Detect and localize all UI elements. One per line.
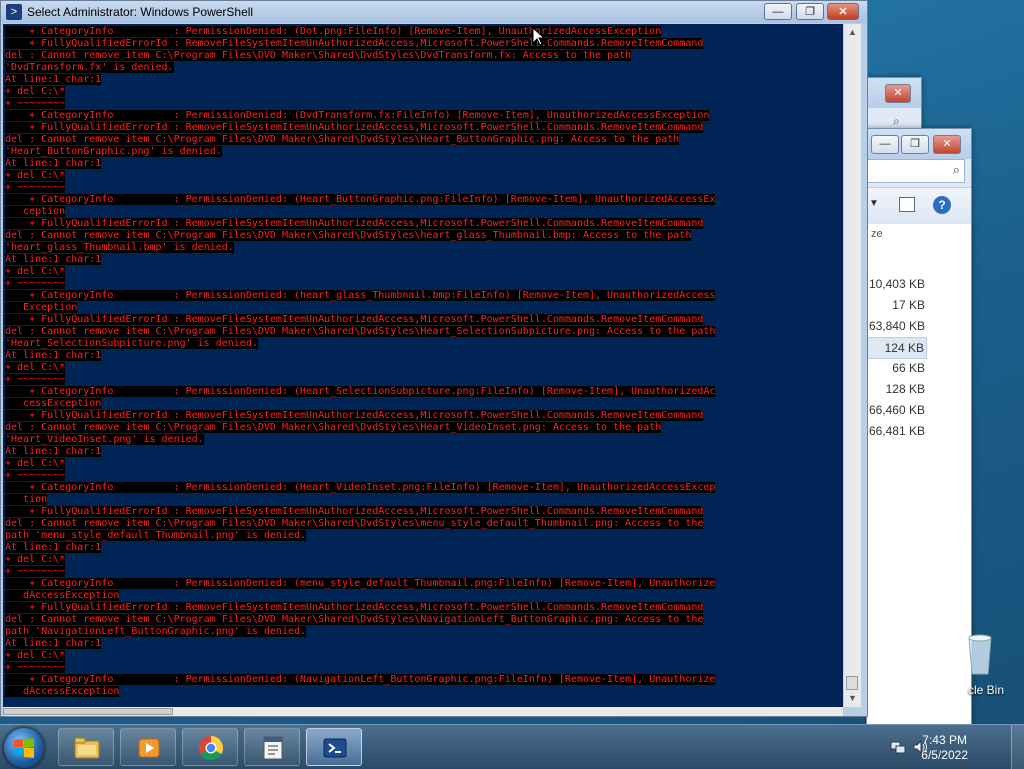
clock-time: 7:43 PM xyxy=(922,733,967,747)
powershell-icon xyxy=(323,738,347,758)
scroll-down-arrow-icon[interactable]: ▼ xyxy=(844,690,861,707)
powershell-window[interactable]: > Select Administrator: Windows PowerShe… xyxy=(0,0,868,717)
column-header-size[interactable]: ze xyxy=(871,228,883,240)
chrome-icon xyxy=(199,736,224,761)
console-output[interactable]: + CategoryInfo : PermissionDenied: (Dot.… xyxy=(3,24,843,698)
close-button[interactable]: ✕ xyxy=(933,135,961,154)
search-box[interactable]: ⌕ xyxy=(867,159,965,183)
start-button[interactable] xyxy=(4,728,44,768)
preview-pane-icon[interactable] xyxy=(899,197,915,212)
maximize-button[interactable]: ❐ xyxy=(796,3,824,20)
file-list: ze 10,403 KB 17 KB 163,840 KB 124 KB 66 … xyxy=(862,224,971,725)
taskbar-google-chrome[interactable] xyxy=(182,728,238,766)
minimize-button[interactable]: — xyxy=(764,3,792,20)
horizontal-scrollbar-thumb[interactable] xyxy=(3,708,173,715)
taskbar-media-center[interactable] xyxy=(120,728,176,766)
window-title: Select Administrator: Windows PowerShell xyxy=(27,5,254,19)
help-icon[interactable]: ? xyxy=(933,196,951,214)
mouse-cursor-icon xyxy=(532,26,546,51)
titlebar[interactable]: > Select Administrator: Windows PowerShe… xyxy=(1,1,867,23)
recycle-bin-icon[interactable] xyxy=(966,632,994,676)
media-player-icon xyxy=(138,738,160,758)
console-output-area[interactable]: + CategoryInfo : PermissionDenied: (Dot.… xyxy=(3,24,843,707)
chevron-down-icon[interactable]: ▼ xyxy=(869,198,879,209)
close-button[interactable]: ✕ xyxy=(885,84,911,103)
maximize-button[interactable]: ❐ xyxy=(901,135,929,154)
file-size: 124 KB xyxy=(863,337,927,359)
console-text: + CategoryInfo : PermissionDenied: (Dot.… xyxy=(5,26,716,697)
clock-date: 6/5/2022 xyxy=(921,748,968,762)
scrollbar-thumb[interactable] xyxy=(846,676,858,690)
windows-logo-icon xyxy=(14,738,34,758)
powershell-icon[interactable]: > xyxy=(6,4,22,20)
editor-icon xyxy=(263,736,283,760)
show-desktop-button[interactable] xyxy=(1011,725,1024,769)
vertical-scrollbar[interactable]: ▲ ▼ xyxy=(843,24,861,707)
taskbar-notepad-editor[interactable] xyxy=(244,728,300,766)
recycle-bin-label[interactable]: cle Bin xyxy=(968,683,1004,697)
clock[interactable]: 7:43 PM 6/5/2022 xyxy=(921,733,968,763)
explorer-toolbar: ▼ ? xyxy=(867,187,971,225)
taskbar-windows-powershell[interactable] xyxy=(306,728,362,766)
scroll-up-arrow-icon[interactable]: ▲ xyxy=(844,24,861,41)
horizontal-scrollbar[interactable] xyxy=(3,707,843,716)
system-tray: 7:43 PM 6/5/2022 xyxy=(874,725,1024,769)
minimize-button[interactable]: — xyxy=(871,135,899,154)
taskbar: 7:43 PM 6/5/2022 xyxy=(0,724,1024,769)
explorer-window[interactable]: — ❐ ✕ ⌕ ▼ ? ze 10,403 KB 17 KB 163,840 K… xyxy=(862,128,972,726)
close-button[interactable]: ✕ xyxy=(827,3,859,20)
search-icon: ⌕ xyxy=(952,162,960,177)
network-icon[interactable] xyxy=(890,739,906,755)
folder-icon xyxy=(74,737,100,759)
taskbar-windows-explorer[interactable] xyxy=(58,728,114,766)
